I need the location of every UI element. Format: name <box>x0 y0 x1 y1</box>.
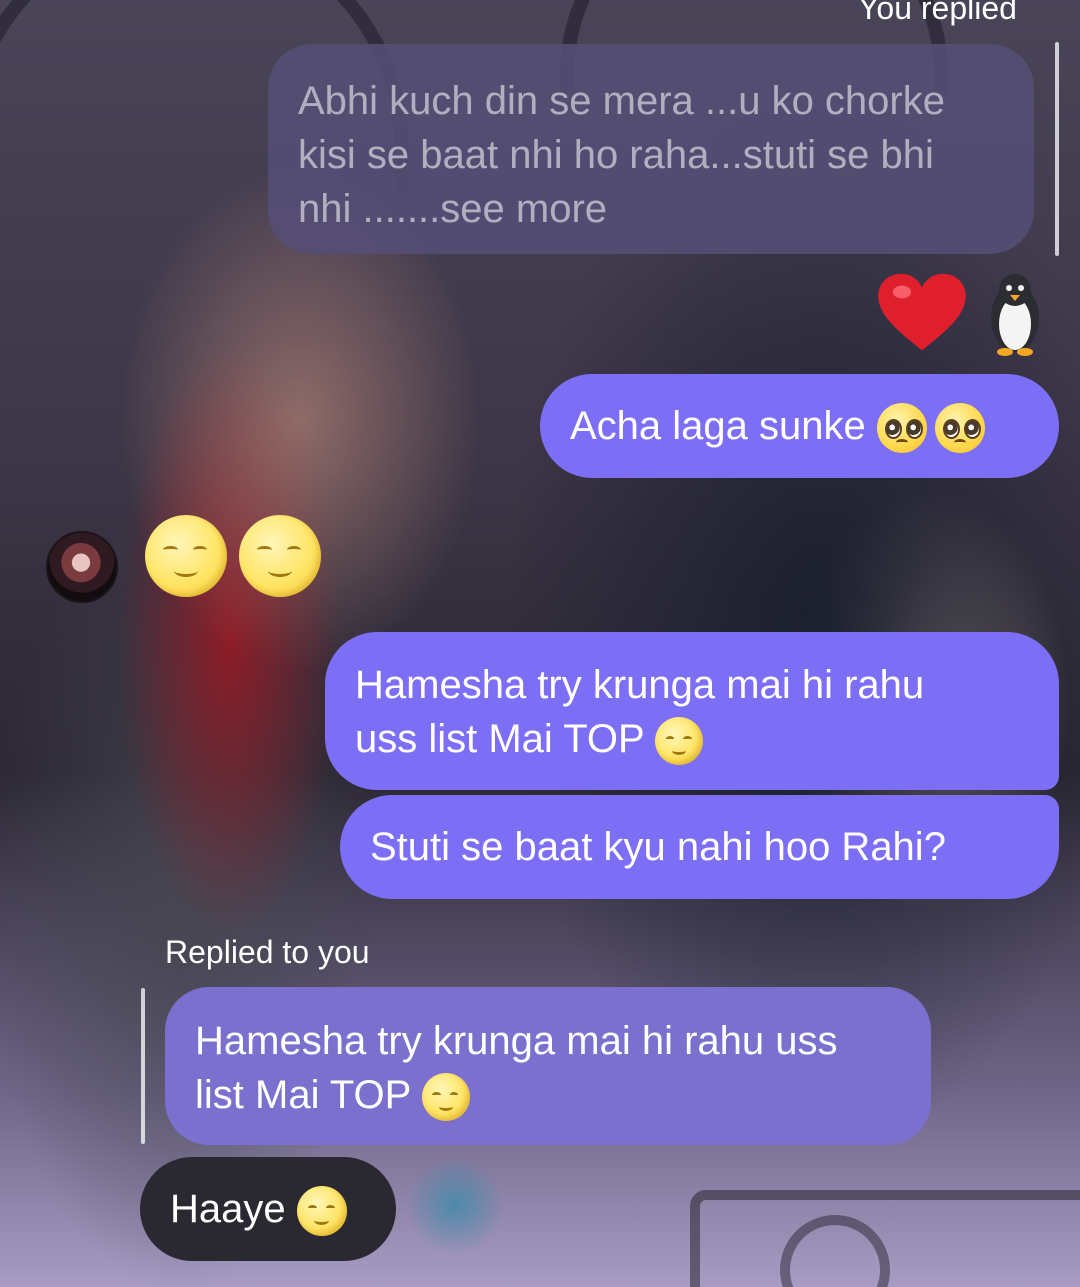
message-text: Stuti se baat kyu nahi hoo Rahi? <box>370 825 946 869</box>
quoted-message-line: nhi .......see more <box>298 187 608 231</box>
quoted-message-line: kisi se baat nhi ho raha...stuti se bhi <box>298 133 934 177</box>
reply-indicator-bar <box>1055 42 1059 256</box>
sent-message-bubble[interactable]: Acha laga sunke <box>540 374 1059 478</box>
penguin-icon[interactable] <box>980 270 1050 356</box>
contact-avatar[interactable] <box>46 531 118 603</box>
message-text: Haaye <box>170 1187 297 1231</box>
moon-face-icon <box>296 1186 347 1237</box>
heart-icon[interactable] <box>876 272 968 354</box>
replied-to-you-label: Replied to you <box>165 934 370 970</box>
sent-message-bubble[interactable]: Hamesha try krunga mai hi rahu uss list … <box>325 632 1059 790</box>
moon-face-icon <box>239 515 321 597</box>
received-message-bubble[interactable]: Haaye <box>140 1157 396 1261</box>
sent-message-bubble[interactable]: Stuti se baat kyu nahi hoo Rahi? <box>340 795 1059 899</box>
pleading-face-icon <box>876 403 927 454</box>
message-text: Acha laga sunke <box>570 404 877 448</box>
moon-face-icon <box>145 515 227 597</box>
moon-face-icon <box>655 717 704 766</box>
reply-indicator-bar <box>141 988 145 1144</box>
quoted-message-line: list Mai TOP <box>195 1073 422 1117</box>
quoted-message-line: Abhi kuch din se mera ...u ko chorke <box>298 79 945 123</box>
moon-face-icon <box>421 1073 470 1122</box>
you-replied-label: You replied <box>858 0 1017 26</box>
reply-quote-bubble[interactable]: Hamesha try krunga mai hi rahu uss list … <box>165 987 931 1145</box>
message-text: Hamesha try krunga mai hi rahu <box>355 663 925 707</box>
message-text: uss list Mai TOP <box>355 717 656 761</box>
quoted-message-bubble[interactable]: Abhi kuch din se mera ...u ko chorke kis… <box>268 44 1034 254</box>
quoted-message-line: Hamesha try krunga mai hi rahu uss <box>195 1019 838 1063</box>
pleading-face-icon <box>934 403 985 454</box>
